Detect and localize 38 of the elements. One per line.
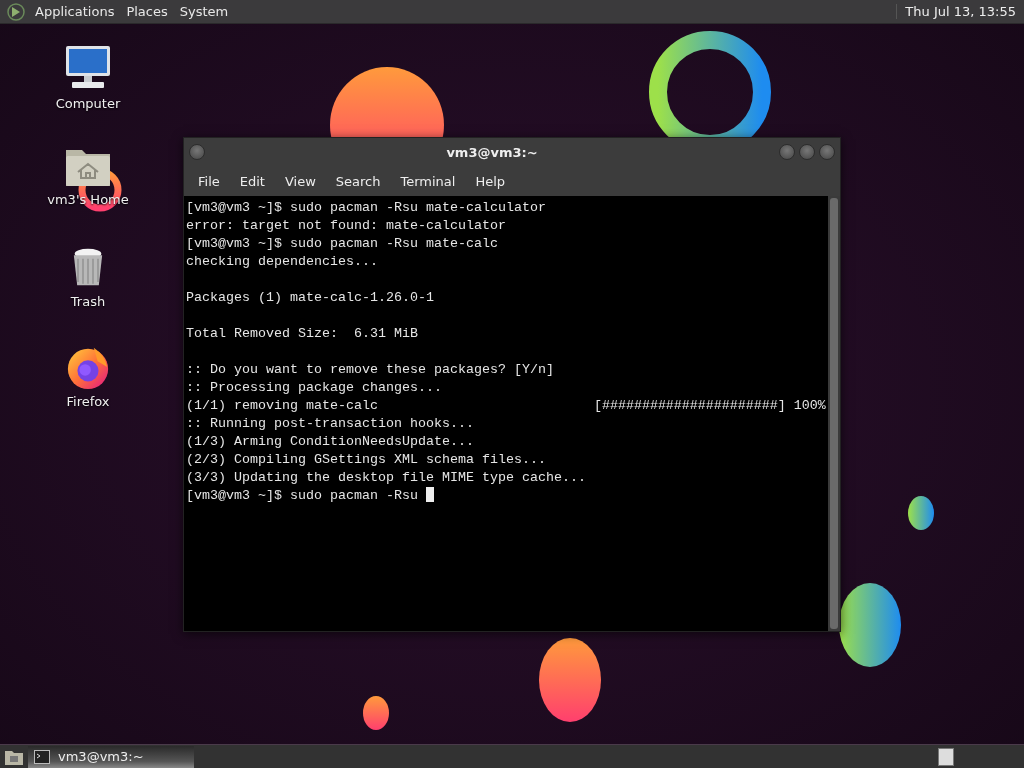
desktop-icon-label[interactable]: Computer [55,96,121,111]
window-menu-button[interactable] [189,144,205,160]
menu-item[interactable]: Edit [229,173,275,189]
panel-menu[interactable]: Applications [29,4,121,19]
progress-text: [######################] 100% [593,397,826,415]
terminal-line: Total Removed Size: 6.31 MiB [186,325,418,343]
minimize-button[interactable] [779,144,795,160]
terminal-icon [34,749,50,764]
terminal-line: [vm3@vm3 ~]$ sudo pacman -Rsu [186,488,418,503]
close-button[interactable] [819,144,835,160]
scrollbar[interactable] [827,196,840,631]
terminal-line: Packages (1) mate-calc-1.26.0-1 [186,289,434,307]
clock[interactable]: Thu Jul 13, 13:55 [896,4,1024,19]
terminal-line: (1/1) removing mate-calc [186,397,378,415]
logo-icon[interactable] [7,2,25,21]
terminal-line: checking dependencies... [186,253,378,271]
desktop-icon-label[interactable]: Trash [70,294,106,309]
desktop-icon-label[interactable]: Firefox [66,394,110,409]
terminal-line: :: Processing package changes... [186,379,442,397]
terminal-line: (1/3) Arming ConditionNeedsUpdate... [186,433,474,451]
terminal-line: (3/3) Updating the desktop file MIME type cache... [186,469,586,487]
maximize-button[interactable] [799,144,815,160]
menu-item[interactable]: Terminal [390,173,466,189]
menu-item[interactable]: Help [465,173,516,189]
menu-item[interactable]: View [274,173,326,189]
terminal-line: :: Running post-transaction hooks... [186,415,474,433]
task-button[interactable]: vm3@vm3:~ [28,745,194,768]
panel-menu[interactable]: System [173,4,235,19]
terminal-line: [vm3@vm3 ~]$ sudo pacman -Rsu mate-calc [186,235,498,253]
menu-item[interactable]: File [188,173,230,189]
terminal-line: :: Do you want to remove these packages? [Y/n] [186,361,554,379]
panel-menu[interactable]: Places [120,4,174,19]
menu-item[interactable]: Search [325,173,391,189]
workspace-switcher[interactable] [938,747,954,766]
window-title: vm3@vm3:~ [445,144,539,160]
terminal-line: (2/3) Compiling GSettings XML schema files... [186,451,546,469]
terminal-line: error: target not found: mate-calculator [186,217,506,235]
terminal-line: [vm3@vm3 ~]$ sudo pacman -Rsu mate-calculator [186,199,546,217]
